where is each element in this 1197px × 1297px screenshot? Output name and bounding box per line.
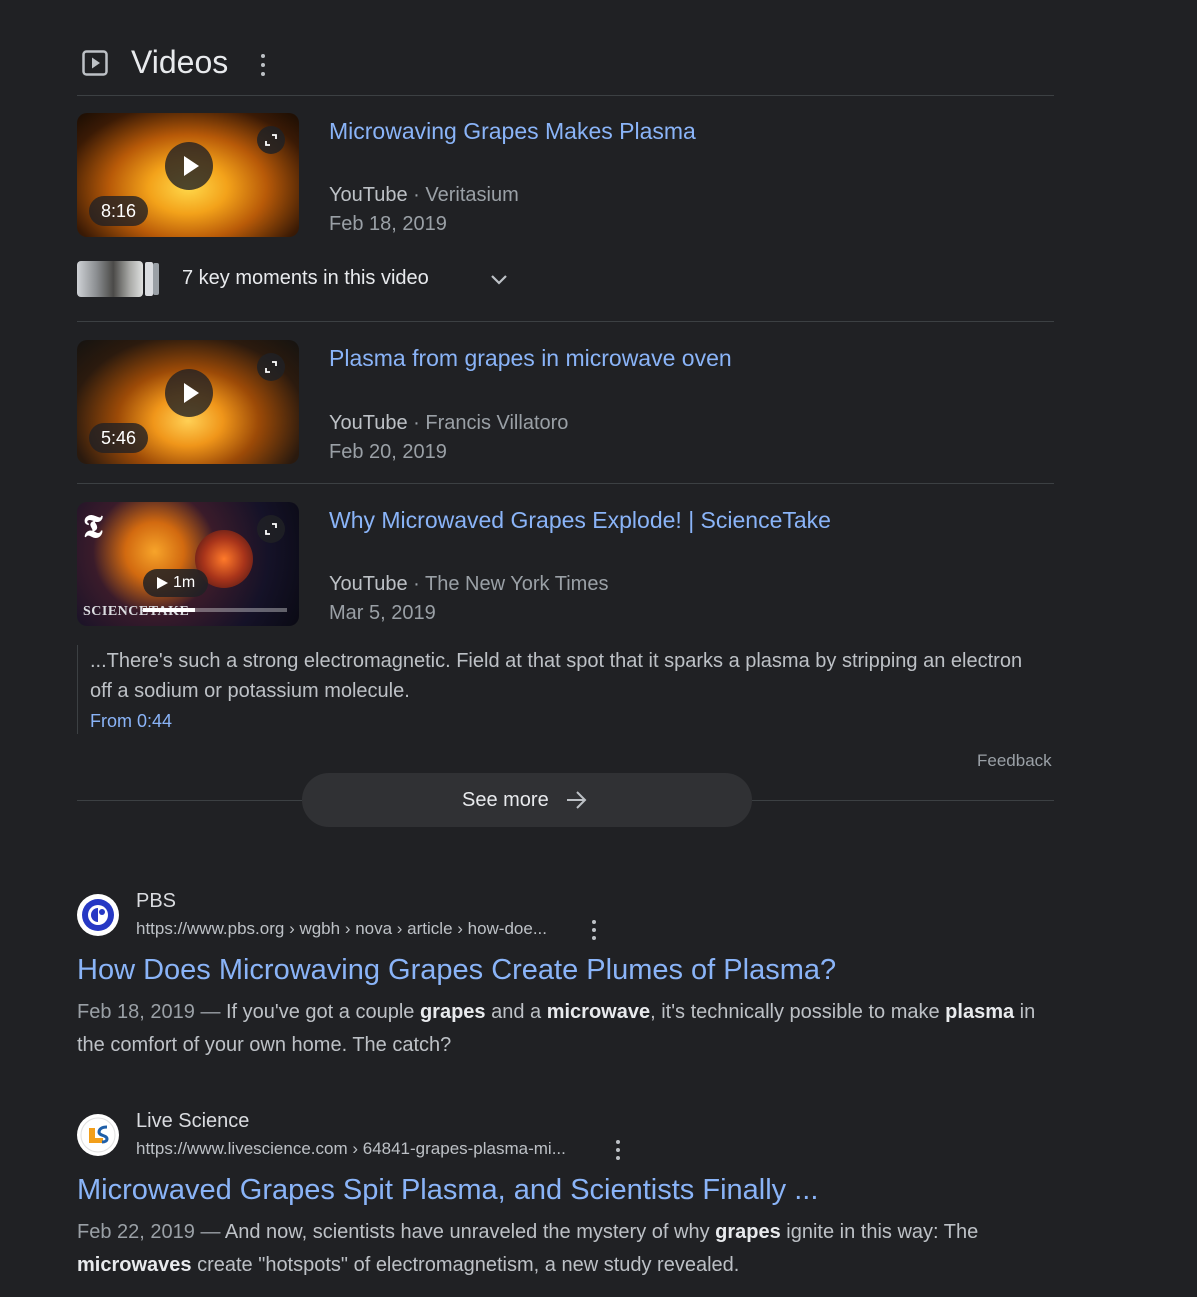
video-snippet: ...There's such a strong electromagnetic…: [90, 650, 1023, 702]
section-title: Videos: [131, 44, 229, 80]
video-channel: The New York Times: [425, 573, 609, 595]
result-url[interactable]: https://www.pbs.org › wgbh › nova › arti…: [136, 919, 547, 939]
expand-icon[interactable]: [257, 353, 285, 381]
divider: [77, 95, 1054, 96]
more-vert-icon[interactable]: [260, 54, 266, 76]
more-vert-icon[interactable]: [615, 1140, 621, 1160]
snippet-keyword: microwaves: [77, 1254, 192, 1276]
more-vert-icon[interactable]: [591, 920, 597, 940]
result-title-link[interactable]: How Does Microwaving Grapes Create Plume…: [77, 954, 836, 987]
preview-progress-fill: [143, 608, 195, 612]
video-source: YouTube · The New York Times: [329, 573, 608, 596]
separator-dot: ·: [413, 184, 420, 206]
result-site-name[interactable]: PBS: [136, 890, 176, 913]
result-title-link[interactable]: Microwaved Grapes Spit Plasma, and Scien…: [77, 1174, 818, 1207]
video-source: YouTube · Francis Villatoro: [329, 412, 568, 435]
divider: [77, 321, 1054, 322]
divider: [77, 800, 303, 801]
video-duration: 8:16: [89, 196, 149, 226]
snippet-bar: [77, 645, 78, 734]
snippet-text: If you've got a couple: [226, 1001, 420, 1023]
timestamp-link[interactable]: From 0:44: [90, 711, 172, 732]
expand-icon[interactable]: [257, 126, 285, 154]
video-box-icon: [82, 50, 108, 76]
video-thumbnail[interactable]: 𝕿 1m SCIENCETAKE: [77, 502, 299, 626]
video-channel: Veritasium: [425, 184, 519, 206]
play-icon[interactable]: [165, 142, 213, 190]
chevron-down-icon[interactable]: [489, 270, 509, 290]
key-moments-thumbnails[interactable]: [77, 261, 159, 297]
nyt-logo-icon: 𝕿: [83, 508, 103, 544]
separator-dot: ·: [413, 573, 420, 595]
dash: —: [200, 1001, 221, 1023]
video-duration: 5:46: [89, 423, 149, 453]
video-date: Feb 20, 2019: [329, 441, 447, 463]
result-site-name[interactable]: Live Science: [136, 1110, 249, 1133]
key-moments-toggle[interactable]: 7 key moments in this video: [182, 267, 429, 290]
video-duration: 1m: [173, 574, 196, 591]
livescience-logo-icon[interactable]: [77, 1114, 119, 1156]
result-date: Feb 22, 2019: [77, 1221, 195, 1243]
video-title-link[interactable]: Plasma from grapes in microwave oven: [329, 345, 732, 372]
snippet-text: create "hotspots" of electromagnetism, a…: [191, 1254, 740, 1276]
preview-progress-bar: [143, 608, 287, 612]
snippet-keyword: grapes: [715, 1221, 781, 1243]
snippet-keyword: plasma: [945, 1001, 1015, 1023]
thumbnail-caption: SCIENCETAKE: [83, 604, 190, 619]
result-snippet: Feb 18, 2019 — If you've got a couple gr…: [77, 996, 1037, 1062]
separator-dot: ·: [413, 412, 420, 434]
snippet-text: ignite in this way: The: [780, 1221, 979, 1243]
snippet-keyword: microwave: [546, 1001, 651, 1023]
pbs-logo-icon[interactable]: [77, 894, 119, 936]
see-more-button[interactable]: See more: [302, 773, 752, 827]
video-thumbnail[interactable]: 8:16: [77, 113, 299, 237]
video-date: Feb 18, 2019: [329, 213, 447, 235]
video-title-link[interactable]: Why Microwaved Grapes Explode! | Science…: [329, 507, 831, 534]
dash: —: [200, 1221, 221, 1243]
video-title-link[interactable]: Microwaving Grapes Makes Plasma: [329, 118, 696, 145]
video-duration-pill[interactable]: 1m: [143, 569, 209, 597]
snippet-keyword: grapes: [419, 1001, 486, 1023]
see-more-label: See more: [462, 789, 549, 811]
arrow-right-icon: [567, 791, 587, 809]
snippet-text: and a: [485, 1001, 547, 1023]
video-platform: YouTube: [329, 573, 408, 595]
feedback-link[interactable]: Feedback: [977, 751, 1052, 771]
video-platform: YouTube: [329, 184, 408, 206]
video-platform: YouTube: [329, 412, 408, 434]
expand-icon[interactable]: [257, 515, 285, 543]
video-source: YouTube · Veritasium: [329, 184, 519, 207]
snippet-text: , it's technically possible to make: [650, 1001, 946, 1023]
video-date: Mar 5, 2019: [329, 602, 436, 624]
result-date: Feb 18, 2019: [77, 1001, 195, 1023]
play-icon: [157, 577, 168, 589]
snippet-text: And now, scientists have unraveled the m…: [224, 1221, 716, 1243]
divider: [77, 483, 1054, 484]
play-icon[interactable]: [165, 369, 213, 417]
result-url[interactable]: https://www.livescience.com › 64841-grap…: [136, 1139, 566, 1159]
divider: [752, 800, 1054, 801]
video-channel: Francis Villatoro: [425, 412, 569, 434]
result-snippet: Feb 22, 2019 — And now, scientists have …: [77, 1216, 1037, 1282]
video-thumbnail[interactable]: 5:46: [77, 340, 299, 464]
